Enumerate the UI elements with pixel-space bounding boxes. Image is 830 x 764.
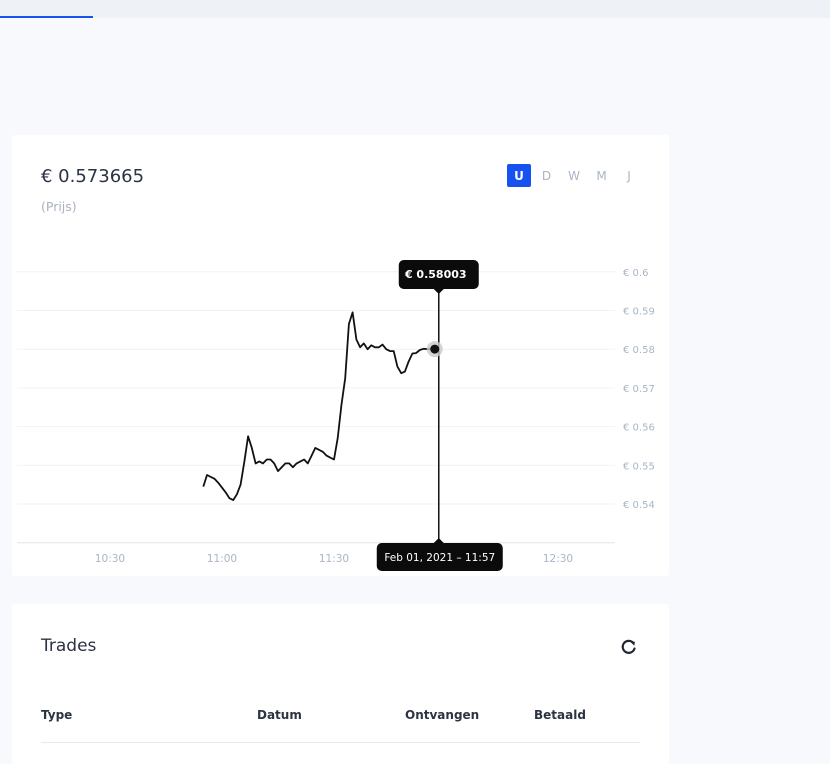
- y-tick-label: € 0.55: [623, 461, 655, 472]
- y-tick-label: € 0.57: [623, 384, 655, 395]
- column-header-type[interactable]: Type: [41, 708, 72, 722]
- y-tick-label: € 0.54: [623, 500, 655, 511]
- top-tab-bar: [0, 0, 830, 18]
- x-tick-label: 12:30: [543, 553, 573, 565]
- hover-point: [430, 344, 440, 354]
- column-header-ontvangen[interactable]: Ontvangen: [405, 708, 479, 722]
- trades-card: Trades Type Datum Ontvangen Betaald: [12, 604, 669, 764]
- y-tick-label: € 0.56: [623, 423, 655, 434]
- active-tab-indicator: [0, 16, 93, 18]
- refresh-icon[interactable]: [618, 636, 640, 658]
- y-tick-label: € 0.6: [623, 268, 648, 279]
- column-header-datum[interactable]: Datum: [257, 708, 302, 722]
- date-tooltip-arrow: [433, 538, 444, 543]
- y-tick-label: € 0.59: [623, 307, 655, 318]
- value-tooltip-arrow: [433, 289, 444, 294]
- x-tick-label: 11:30: [319, 553, 349, 565]
- y-tick-label: € 0.58: [623, 345, 655, 356]
- date-tooltip-label: Feb 01, 2021 – 11:57: [384, 552, 495, 564]
- price-line: [202, 311, 435, 501]
- price-line-chart[interactable]: € 0.6€ 0.59€ 0.58€ 0.57€ 0.56€ 0.55€ 0.5…: [12, 135, 669, 576]
- x-tick-label: 11:00: [207, 553, 237, 565]
- value-tooltip-label: € 0.58003: [404, 268, 467, 281]
- x-tick-label: 10:30: [95, 553, 125, 565]
- trades-title: Trades: [41, 636, 97, 656]
- table-divider: [41, 742, 640, 743]
- column-header-betaald[interactable]: Betaald: [534, 708, 586, 722]
- price-chart-card: € 0.573665 (Prijs) U D W M J € 0.6 € 0.59…: [12, 135, 669, 576]
